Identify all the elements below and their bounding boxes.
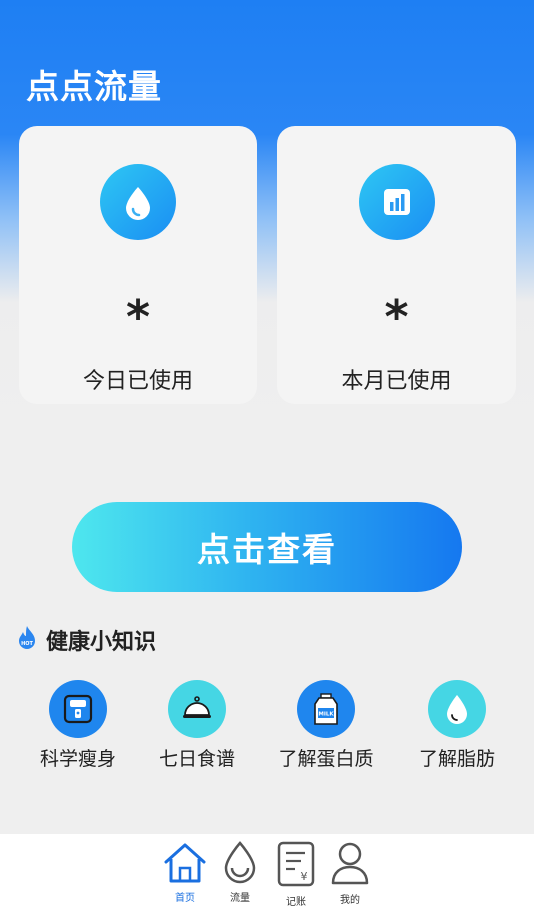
- svg-text:HOT: HOT: [21, 641, 33, 647]
- svg-text:¥: ¥: [301, 870, 308, 883]
- knowledge-item-protein[interactable]: MILK 了解蛋白质: [266, 680, 386, 771]
- user-icon: [327, 842, 373, 890]
- food-cloche-icon: [168, 680, 226, 738]
- today-usage-label: 今日已使用: [82, 369, 193, 394]
- bar-chart-icon: [358, 164, 435, 240]
- knowledge-item-recipes[interactable]: 七日食谱: [137, 680, 257, 771]
- traffic-drop-icon: [217, 841, 263, 888]
- view-button[interactable]: 点击查看: [72, 502, 462, 592]
- tab-home-label: 首页: [175, 893, 195, 904]
- tab-home[interactable]: 首页: [157, 840, 213, 904]
- health-section-header: HOT 健康小知识: [16, 624, 156, 656]
- home-icon: [162, 843, 208, 888]
- knowledge-item-label: 科学瘦身: [39, 748, 116, 770]
- bottom-tab-bar: 首页 流量 ¥ 记账 我的: [0, 834, 534, 912]
- tab-mine-label: 我的: [340, 895, 360, 906]
- month-usage-card[interactable]: * 本月已使用: [277, 126, 516, 404]
- tab-mine[interactable]: 我的: [322, 840, 378, 906]
- health-section-title: 健康小知识: [46, 630, 157, 655]
- water-drop-icon: [100, 164, 176, 240]
- tab-ledger-label: 记账: [286, 897, 306, 908]
- app-title: 点点流量: [26, 67, 162, 106]
- knowledge-item-label: 七日食谱: [158, 748, 235, 770]
- oil-drop-icon: [428, 680, 486, 738]
- month-usage-label: 本月已使用: [341, 369, 452, 394]
- milk-carton-icon: MILK: [297, 680, 355, 738]
- svg-text:MILK: MILK: [318, 712, 334, 718]
- knowledge-item-label: 了解蛋白质: [278, 748, 374, 770]
- scale-icon: [49, 680, 107, 738]
- knowledge-item-slimming[interactable]: 科学瘦身: [18, 680, 138, 771]
- tab-ledger[interactable]: ¥ 记账: [268, 840, 324, 908]
- knowledge-item-label: 了解脂肪: [418, 748, 495, 770]
- tab-traffic-label: 流量: [230, 893, 250, 904]
- tab-traffic[interactable]: 流量: [212, 840, 268, 904]
- hot-flame-icon: HOT: [16, 625, 38, 655]
- today-usage-value: *: [125, 290, 151, 344]
- ledger-icon: ¥: [273, 841, 319, 892]
- knowledge-item-fat[interactable]: 了解脂肪: [397, 680, 517, 771]
- month-usage-value: *: [384, 290, 409, 344]
- today-usage-card[interactable]: * 今日已使用: [19, 126, 257, 404]
